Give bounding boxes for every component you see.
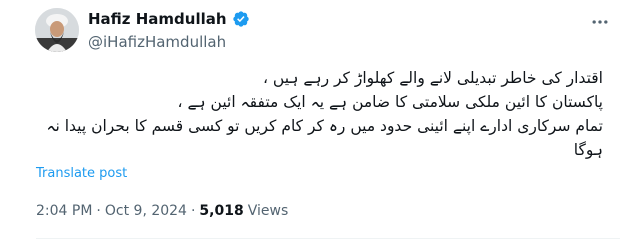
post-text-line: اقتدار کی خاطر تبدیلی لانے والے کھلواڑ ک… (262, 69, 603, 87)
post-text: اقتدار کی خاطر تبدیلی لانے والے کھلواڑ ک… (36, 66, 603, 162)
post-date[interactable]: Oct 9, 2024 (105, 201, 187, 221)
post-text-line: ہوگا (573, 141, 603, 159)
author-name-row: Hafiz Hamdullah (88, 9, 250, 29)
post-card: Hafiz Hamdullah @iHafizHamdullah اقتدار … (0, 0, 644, 245)
meta-separator: · (190, 203, 196, 219)
more-options-icon[interactable] (583, 12, 617, 32)
translate-post-link[interactable]: Translate post (36, 166, 127, 182)
meta-separator: · (96, 203, 101, 219)
post-text-line: پاکستان کا ائین ملکی سلامتی کا ضامن ہے ی… (177, 93, 603, 111)
views-label: Views (247, 203, 289, 219)
author-avatar[interactable] (35, 8, 79, 52)
author-handle[interactable]: @iHafizHamdullah (88, 32, 226, 52)
author-display-name[interactable]: Hafiz Hamdullah (88, 9, 227, 29)
views-count[interactable]: 5,018 (199, 201, 243, 221)
verified-badge-icon (232, 10, 250, 28)
post-text-line: تمام سرکاری ادارے اپنے ائینی حدود میں رہ… (46, 117, 603, 135)
post-time[interactable]: 2:04 PM (36, 201, 92, 221)
divider (36, 238, 620, 239)
post-meta: 2:04 PM · Oct 9, 2024 · 5,018 Views (36, 201, 288, 221)
